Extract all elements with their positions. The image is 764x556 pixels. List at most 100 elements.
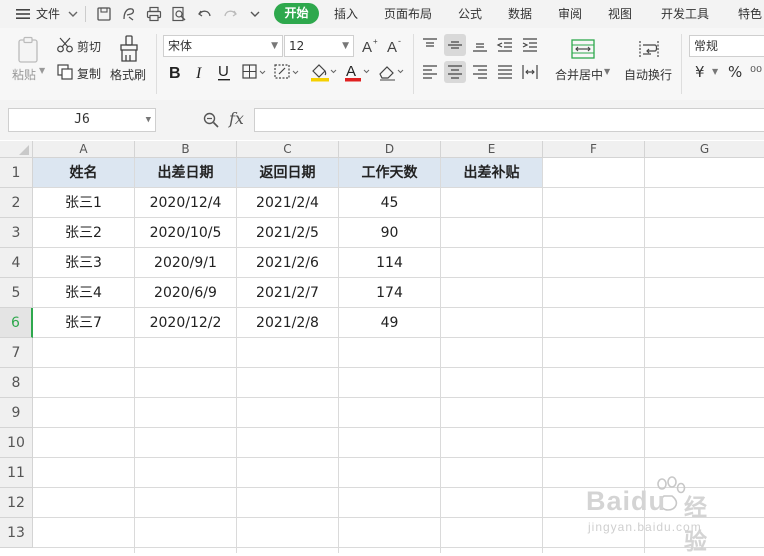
insert-function-button[interactable]: fx	[229, 109, 244, 128]
cell-e1[interactable]: 出差补贴	[441, 158, 543, 188]
cell-b3[interactable]: 2020/10/5	[135, 218, 237, 248]
thousands-separator-icon[interactable]: ⁰⁰	[750, 63, 762, 81]
tab-formulas[interactable]: 公式	[458, 0, 482, 28]
cell-b4[interactable]: 2020/9/1	[135, 248, 237, 278]
scissors-icon[interactable]	[56, 36, 74, 54]
column-header-c[interactable]: C	[237, 141, 339, 158]
align-middle-icon[interactable]	[446, 36, 464, 54]
align-right-icon[interactable]	[471, 63, 489, 81]
file-menu[interactable]: 文件	[36, 0, 60, 28]
wrap-text-icon[interactable]	[636, 38, 662, 60]
row-header-1[interactable]: 1	[0, 158, 33, 188]
tab-home[interactable]: 开始	[274, 3, 319, 24]
cell-c2[interactable]: 2021/2/4	[237, 188, 339, 218]
tab-page-layout[interactable]: 页面布局	[384, 0, 432, 28]
paste-dropdown-icon[interactable]: ▼	[39, 66, 45, 75]
row-header-6[interactable]: 6	[0, 308, 33, 338]
cut-button[interactable]: 剪切	[77, 38, 101, 55]
cell-b2[interactable]: 2020/12/4	[135, 188, 237, 218]
cell-d5[interactable]: 174	[339, 278, 441, 308]
row-header-4[interactable]: 4	[0, 248, 33, 278]
paste-button[interactable]: 粘贴	[12, 66, 36, 83]
row-header-7[interactable]: 7	[0, 338, 33, 368]
cell-d6[interactable]: 49	[339, 308, 441, 338]
tab-view[interactable]: 视图	[608, 0, 632, 28]
column-header-f[interactable]: F	[543, 141, 645, 158]
cell-e4[interactable]	[441, 248, 543, 278]
clear-format-icon[interactable]	[377, 61, 407, 83]
customize-toolbar-icon[interactable]	[246, 5, 264, 23]
row-header-13[interactable]: 13	[0, 518, 33, 548]
cell-c6[interactable]: 2021/2/8	[237, 308, 339, 338]
align-top-icon[interactable]	[421, 36, 439, 54]
decrease-font-icon[interactable]: A-	[385, 36, 405, 56]
increase-font-icon[interactable]: A +	[360, 36, 380, 56]
paste-icon[interactable]	[16, 36, 42, 64]
cell-a2[interactable]: 张三1	[33, 188, 135, 218]
redo-icon[interactable]	[221, 5, 239, 23]
row-header-11[interactable]: 11	[0, 458, 33, 488]
cell-e5[interactable]	[441, 278, 543, 308]
cell-c5[interactable]: 2021/2/7	[237, 278, 339, 308]
tab-review[interactable]: 审阅	[558, 0, 582, 28]
merge-dropdown-icon[interactable]: ▼	[604, 67, 610, 76]
cell-a6[interactable]: 张三7	[33, 308, 135, 338]
zoom-search-icon[interactable]	[202, 111, 220, 129]
cell-e3[interactable]	[441, 218, 543, 248]
merge-center-button[interactable]: 合并居中	[555, 66, 603, 83]
font-size-select[interactable]: 12 ▼	[284, 35, 354, 57]
decrease-indent-icon[interactable]	[496, 36, 514, 54]
row-header-5[interactable]: 5	[0, 278, 33, 308]
cell-d4[interactable]: 114	[339, 248, 441, 278]
tab-data[interactable]: 数据	[508, 0, 532, 28]
hamburger-menu-icon[interactable]	[14, 5, 32, 23]
select-all-corner[interactable]	[0, 141, 33, 158]
row-header-12[interactable]: 12	[0, 488, 33, 518]
column-header-b[interactable]: B	[135, 141, 237, 158]
cell-c3[interactable]: 2021/2/5	[237, 218, 339, 248]
wrap-text-button[interactable]: 自动换行	[624, 66, 672, 83]
font-name-select[interactable]: 宋体 ▼	[163, 35, 283, 57]
column-header-g[interactable]: G	[645, 141, 764, 158]
cell-e2[interactable]	[441, 188, 543, 218]
row-header-3[interactable]: 3	[0, 218, 33, 248]
number-format-select[interactable]: 常规	[689, 35, 764, 57]
cell-a4[interactable]: 张三3	[33, 248, 135, 278]
cell-c4[interactable]: 2021/2/6	[237, 248, 339, 278]
copy-icon[interactable]	[56, 63, 74, 81]
merge-center-icon[interactable]	[570, 38, 596, 60]
undo-icon[interactable]	[196, 5, 214, 23]
cell-d1[interactable]: 工作天数	[339, 158, 441, 188]
formula-input[interactable]	[254, 108, 764, 132]
cell-a1[interactable]: 姓名	[33, 158, 135, 188]
distributed-align-icon[interactable]	[521, 63, 539, 81]
column-header-d[interactable]: D	[339, 141, 441, 158]
font-color-icon[interactable]: A	[343, 61, 373, 83]
cell-c1[interactable]: 返回日期	[237, 158, 339, 188]
cell-a3[interactable]: 张三2	[33, 218, 135, 248]
cell-a5[interactable]: 张三4	[33, 278, 135, 308]
align-center-icon[interactable]	[446, 63, 464, 81]
cell-b1[interactable]: 出差日期	[135, 158, 237, 188]
name-box[interactable]: J6 ▼	[8, 108, 156, 132]
row-header-9[interactable]: 9	[0, 398, 33, 428]
currency-dropdown-icon[interactable]: ▼	[712, 67, 718, 76]
underline-icon[interactable]: U	[215, 62, 233, 82]
cell-b6[interactable]: 2020/12/2	[135, 308, 237, 338]
justify-icon[interactable]	[496, 63, 514, 81]
bold-icon[interactable]: B	[166, 62, 184, 82]
output-pdf-icon[interactable]	[120, 5, 138, 23]
row-header-10[interactable]: 10	[0, 428, 33, 458]
currency-format-button[interactable]: ¥	[695, 63, 705, 81]
print-icon[interactable]	[145, 5, 163, 23]
chevron-down-icon[interactable]	[64, 5, 82, 23]
fill-color-icon[interactable]	[309, 61, 339, 83]
percent-format-button[interactable]: %	[728, 63, 742, 81]
row-header-2[interactable]: 2	[0, 188, 33, 218]
cell-e6[interactable]	[441, 308, 543, 338]
copy-button[interactable]: 复制	[77, 65, 101, 82]
tab-insert[interactable]: 插入	[334, 0, 358, 28]
tab-special[interactable]: 特色	[738, 0, 762, 28]
cell-b5[interactable]: 2020/6/9	[135, 278, 237, 308]
save-icon[interactable]	[95, 5, 113, 23]
